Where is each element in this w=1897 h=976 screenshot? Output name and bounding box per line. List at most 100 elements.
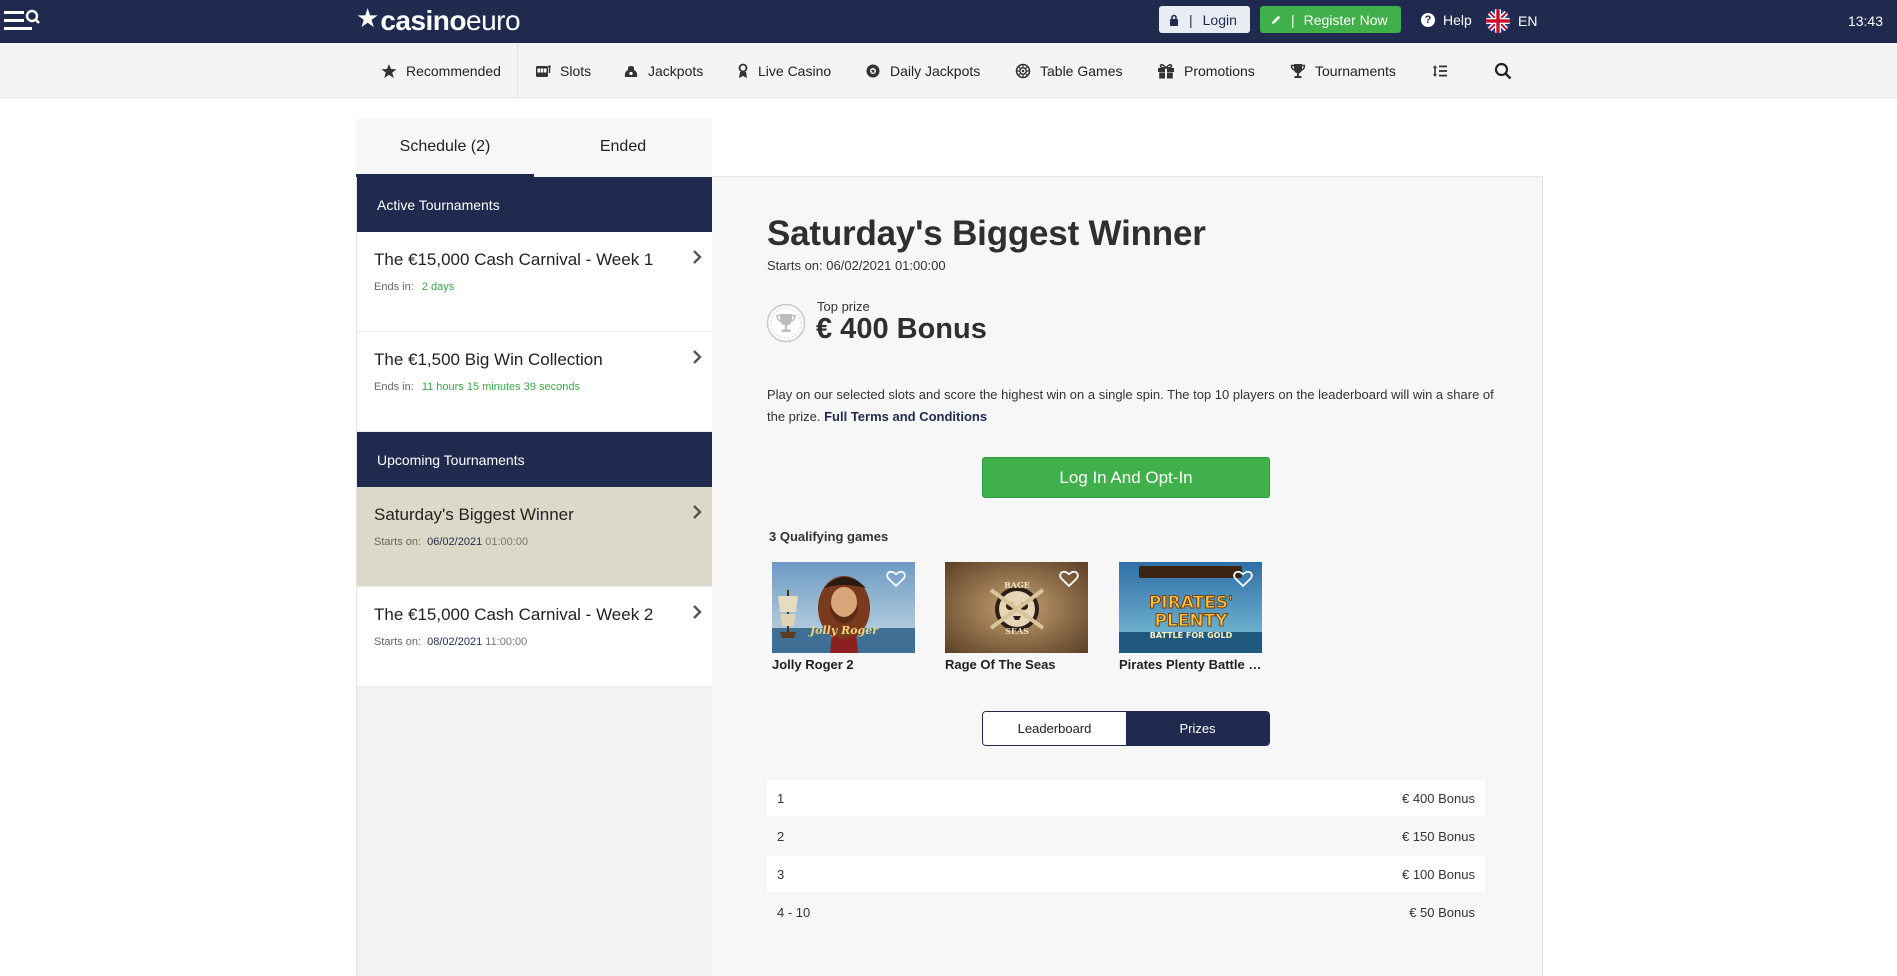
tournament-item-big-win-collection[interactable]: The €1,500 Big Win Collection Ends in: 1… — [357, 332, 713, 432]
game-thumbnail: PIRATES' PLENTY BATTLE FOR GOLD — [1119, 562, 1262, 653]
tournament-name: Saturday's Biggest Winner — [374, 505, 574, 524]
nav-tournaments-label: Tournaments — [1315, 62, 1396, 79]
top-prize-value: € 400 Bonus — [816, 313, 987, 345]
login-button[interactable]: | Login — [1159, 6, 1250, 33]
tournament-name: The €15,000 Cash Carnival - Week 1 — [374, 250, 654, 269]
nav-daily-jackpots[interactable]: Daily Jackpots — [865, 43, 980, 98]
prize-row: 4 - 10 € 50 Bonus — [767, 894, 1485, 930]
logo-text-euro: euro — [466, 5, 521, 36]
nav-table-games-label: Table Games — [1040, 62, 1123, 79]
svg-text:SEAS: SEAS — [1005, 626, 1029, 636]
roulette-icon — [1015, 63, 1031, 78]
help-label: Help — [1443, 12, 1472, 28]
starts-on-date: 06/02/2021 — [427, 536, 483, 548]
nav-slots[interactable]: Slots — [535, 43, 591, 98]
nav-more-button[interactable] — [1432, 43, 1457, 98]
register-label: Register Now — [1303, 11, 1388, 28]
login-optin-button[interactable]: Log In And Opt-In — [982, 457, 1270, 498]
tournament-title: Saturday's Biggest Winner — [767, 214, 1206, 253]
nav-daily-jackpots-label: Daily Jackpots — [890, 62, 981, 79]
nav-live-casino[interactable]: Live Casino — [737, 43, 831, 98]
prize-row: 3 € 100 Bonus — [767, 856, 1485, 892]
ends-in-label: Ends in: — [374, 281, 414, 293]
menu-search-icon[interactable] — [4, 7, 40, 35]
nav-search-button[interactable] — [1494, 43, 1521, 98]
top-bar: ★ casino euro | Login | Register Now ? H… — [0, 0, 1897, 43]
prize-rank: 3 — [777, 866, 785, 882]
terms-link[interactable]: Full Terms and Conditions — [824, 409, 987, 424]
starts-label: Starts on: — [767, 258, 823, 273]
tournament-meta: Ends in: 11 hours 15 minutes 39 seconds — [374, 381, 696, 393]
toggle-prizes[interactable]: Prizes — [1126, 712, 1269, 745]
starts-value: 06/02/2021 01:00:00 — [826, 258, 946, 273]
language-selector[interactable]: EN — [1486, 9, 1537, 33]
prize-amount: € 150 Bonus — [1401, 828, 1475, 844]
ends-in-label: Ends in: — [374, 381, 414, 393]
prize-row: 1 € 400 Bonus — [767, 780, 1485, 816]
upcoming-tournaments-heading: Upcoming Tournaments — [357, 432, 713, 487]
tournament-item-cash-carnival-week2[interactable]: The €15,000 Cash Carnival - Week 2 Start… — [357, 587, 713, 687]
starts-on-date: 08/02/2021 — [427, 636, 483, 648]
nav-jackpots[interactable]: Jackpots — [623, 43, 703, 98]
chevron-right-icon — [693, 505, 702, 519]
slot-machine-icon — [536, 64, 551, 77]
live-casino-icon — [738, 63, 748, 78]
top-prize-label: Top prize — [817, 299, 870, 314]
nav-tournaments[interactable]: Tournaments — [1290, 43, 1396, 98]
toggle-leaderboard[interactable]: Leaderboard — [983, 712, 1126, 745]
nav-divider — [517, 43, 518, 98]
qualifying-games-heading: 3 Qualifying games — [769, 529, 889, 544]
game-card-rage-of-the-seas[interactable]: RAGE SEAS Rage Of The Seas — [945, 562, 1088, 672]
nav-recommended[interactable]: Recommended — [381, 43, 501, 98]
daily-jackpot-icon — [866, 64, 880, 77]
tournament-item-saturdays-biggest-winner[interactable]: Saturday's Biggest Winner Starts on: 06/… — [357, 487, 713, 587]
tournament-name: The €1,500 Big Win Collection — [374, 350, 603, 369]
uk-flag-icon — [1486, 9, 1510, 33]
login-separator: | — [1189, 11, 1193, 28]
heart-icon[interactable] — [886, 570, 906, 588]
help-link[interactable]: ? Help — [1421, 12, 1472, 28]
clock: 13:43 — [1847, 13, 1883, 29]
nav-recommended-label: Recommended — [406, 62, 501, 79]
starts-on-label: Starts on: — [374, 636, 422, 648]
tournament-description: Play on our selected slots and score the… — [767, 384, 1497, 428]
chevron-right-icon — [693, 350, 702, 364]
svg-text:PIRATES': PIRATES' — [1149, 593, 1233, 613]
logo[interactable]: ★ casino euro — [356, 5, 521, 37]
heart-icon[interactable] — [1233, 570, 1253, 588]
game-card-pirates-plenty[interactable]: PIRATES' PLENTY BATTLE FOR GOLD Pirates … — [1119, 562, 1262, 672]
game-name: Rage Of The Seas — [945, 657, 1056, 672]
tab-ended[interactable]: Ended — [534, 119, 712, 177]
ends-in-value: 2 days — [421, 281, 455, 293]
tournament-meta: Starts on: 08/02/2021 11:00:00 — [374, 636, 696, 648]
prize-rank: 2 — [777, 828, 785, 844]
prize-rank: 4 - 10 — [777, 904, 811, 920]
pencil-icon — [1272, 15, 1281, 24]
active-heading-label: Active Tournaments — [377, 196, 500, 213]
prize-amount: € 400 Bonus — [1401, 790, 1475, 806]
register-separator: | — [1291, 11, 1295, 28]
register-button[interactable]: | Register Now — [1260, 6, 1401, 33]
svg-text:BATTLE FOR GOLD: BATTLE FOR GOLD — [1150, 631, 1233, 640]
leaderboard-prizes-toggle: Leaderboard Prizes — [982, 711, 1270, 746]
optin-label: Log In And Opt-In — [1059, 467, 1193, 487]
nav-table-games[interactable]: Table Games — [1015, 43, 1122, 98]
tournament-item-cash-carnival-week1[interactable]: The €15,000 Cash Carnival - Week 1 Ends … — [357, 232, 713, 332]
tournament-meta: Starts on: 06/02/2021 01:00:00 — [374, 536, 696, 548]
nav-promotions-label: Promotions — [1184, 62, 1255, 79]
jackpot-icon — [624, 65, 638, 77]
nav-promotions[interactable]: Promotions — [1157, 43, 1255, 98]
tournament-start: Starts on: 06/02/2021 01:00:00 — [767, 258, 946, 273]
game-name: Pirates Plenty Battle for Gold — [1119, 657, 1262, 672]
game-thumbnail: Jolly Roger — [772, 562, 915, 653]
starts-on-time: 11:00:00 — [485, 636, 528, 648]
login-label: Login — [1202, 11, 1237, 28]
game-card-jolly-roger-2[interactable]: Jolly Roger Jolly Roger 2 — [772, 562, 915, 672]
svg-text:RAGE: RAGE — [1004, 580, 1030, 590]
heart-icon[interactable] — [1059, 570, 1079, 588]
search-icon — [1494, 62, 1512, 79]
tab-schedule[interactable]: Schedule (2) — [356, 119, 534, 177]
ends-in-value: 11 hours 15 minutes 39 seconds — [421, 381, 580, 393]
prize-row: 2 € 150 Bonus — [767, 818, 1485, 854]
game-thumbnail: RAGE SEAS — [945, 562, 1088, 653]
